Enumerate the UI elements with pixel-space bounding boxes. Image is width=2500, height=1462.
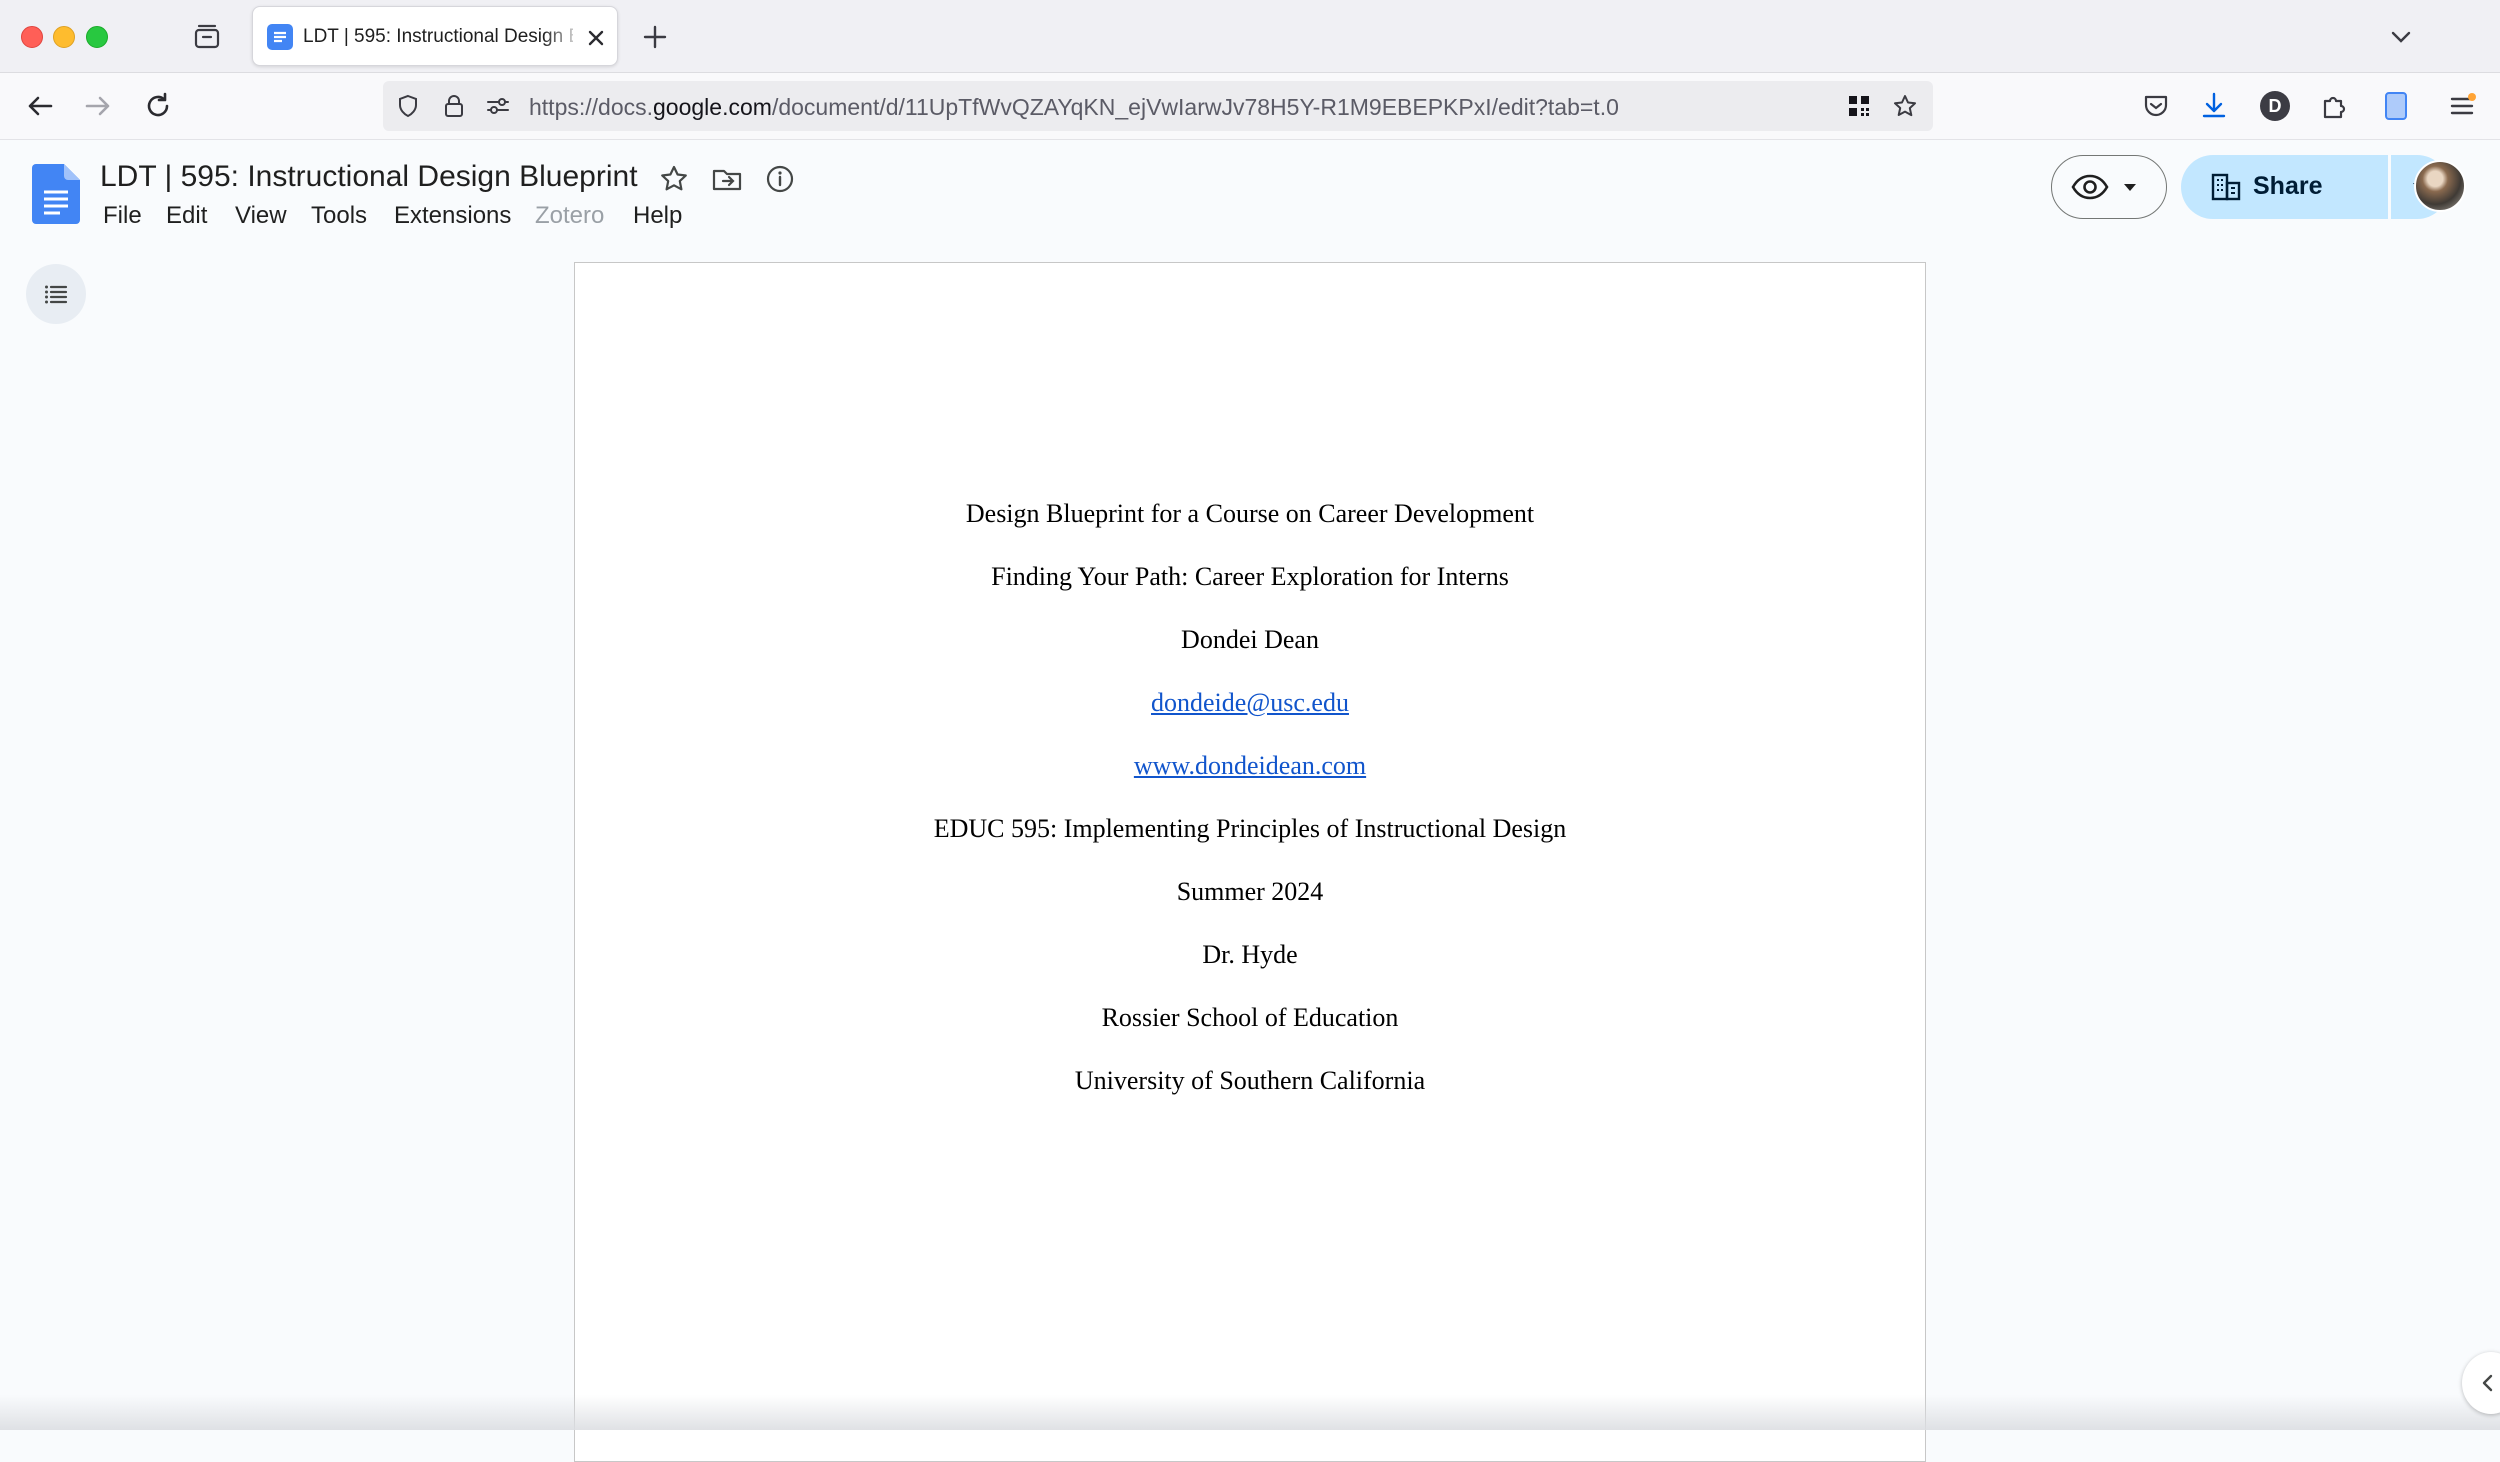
browser-nav-bar: https://docs.google.com/document/d/11UpT…: [0, 73, 2500, 140]
document-text: Dondei Dean: [1181, 625, 1319, 654]
new-tab-icon[interactable]: [640, 22, 670, 52]
tab-overview-icon[interactable]: [192, 22, 222, 52]
docs-logo-icon[interactable]: [32, 164, 80, 224]
docs-extension-icon[interactable]: [2380, 90, 2412, 122]
document-line: Dr. Hyde: [575, 929, 1925, 992]
download-icon[interactable]: [2198, 90, 2230, 122]
document-body[interactable]: Design Blueprint for a Course on Career …: [575, 488, 1925, 1118]
forward-arrow-icon[interactable]: [82, 90, 114, 122]
document-line: Summer 2024: [575, 866, 1925, 929]
document-text: Finding Your Path: Career Exploration fo…: [991, 562, 1509, 591]
qr-code-icon[interactable]: [1846, 93, 1872, 119]
window-close-button[interactable]: [21, 26, 43, 48]
document-line: www.dondeidean.com: [575, 740, 1925, 803]
document-line: Design Blueprint for a Course on Career …: [575, 488, 1925, 551]
document-text: Rossier School of Education: [1101, 1003, 1399, 1032]
window-minimize-button[interactable]: [53, 26, 75, 48]
list-icon: [45, 285, 68, 304]
menu-tools[interactable]: Tools: [305, 200, 373, 232]
browser-tab-active[interactable]: LDT | 595: Instructional Design Blueprin…: [252, 6, 618, 66]
building-icon: [2211, 173, 2241, 201]
chevron-left-icon: [2482, 1374, 2493, 1392]
document-line: University of Southern California: [575, 1055, 1925, 1118]
document-line: EDUC 595: Implementing Principles of Ins…: [575, 803, 1925, 866]
share-label: Share: [2253, 172, 2323, 200]
close-tab-icon[interactable]: [583, 25, 609, 51]
document-link[interactable]: www.dondeidean.com: [1134, 751, 1366, 780]
browser-tab-bar: LDT | 595: Instructional Design Blueprin…: [0, 0, 2500, 73]
address-bar[interactable]: https://docs.google.com/document/d/11UpT…: [383, 81, 1933, 131]
permissions-icon[interactable]: [485, 93, 511, 119]
document-text: Design Blueprint for a Course on Career …: [965, 499, 1535, 528]
lock-icon[interactable]: [441, 93, 467, 119]
menu-extensions[interactable]: Extensions: [388, 200, 517, 232]
move-to-folder-icon[interactable]: [710, 162, 744, 196]
docs-favicon-icon: [267, 24, 293, 50]
caret-down-icon: [2124, 184, 2136, 191]
menu-edit[interactable]: Edit: [160, 200, 213, 232]
back-arrow-icon[interactable]: [24, 90, 56, 122]
tracking-shield-icon[interactable]: [395, 93, 421, 119]
document-text: Summer 2024: [1176, 877, 1324, 906]
document-outline-button[interactable]: [26, 264, 86, 324]
bookmark-star-icon[interactable]: [1892, 93, 1918, 119]
info-icon[interactable]: [763, 162, 797, 196]
document-title[interactable]: LDT | 595: Instructional Design Blueprin…: [100, 160, 638, 194]
document-line: Dondei Dean: [575, 614, 1925, 677]
document-line: Rossier School of Education: [575, 992, 1925, 1055]
extensions-puzzle-icon[interactable]: [2318, 90, 2350, 122]
app-menu-icon[interactable]: [2446, 90, 2478, 122]
pocket-icon[interactable]: [2140, 90, 2172, 122]
menu-file[interactable]: File: [97, 200, 148, 232]
document-line: dondeide@usc.edu: [575, 677, 1925, 740]
window-zoom-button[interactable]: [86, 26, 108, 48]
menu-zotero[interactable]: Zotero: [529, 200, 610, 232]
profile-avatar[interactable]: D: [2260, 91, 2290, 121]
share-button[interactable]: Share: [2181, 155, 2388, 219]
menu-help[interactable]: Help: [627, 200, 688, 232]
document-text: University of Southern California: [1074, 1066, 1426, 1095]
document-text: EDUC 595: Implementing Principles of Ins…: [933, 814, 1567, 843]
user-avatar[interactable]: [2414, 160, 2466, 212]
reload-icon[interactable]: [142, 90, 174, 122]
document-text: Dr. Hyde: [1202, 940, 1298, 969]
viewing-mode-button[interactable]: [2051, 155, 2167, 219]
menu-view[interactable]: View: [229, 200, 293, 232]
url-text[interactable]: https://docs.google.com/document/d/11UpT…: [529, 94, 1619, 121]
star-icon[interactable]: [657, 162, 691, 196]
document-line: Finding Your Path: Career Exploration fo…: [575, 551, 1925, 614]
document-link[interactable]: dondeide@usc.edu: [1151, 688, 1349, 717]
tab-title: LDT | 595: Instructional Design Blueprin…: [303, 26, 573, 47]
chevron-down-icon[interactable]: [2386, 22, 2416, 52]
document-page[interactable]: Design Blueprint for a Course on Career …: [574, 262, 1926, 1462]
